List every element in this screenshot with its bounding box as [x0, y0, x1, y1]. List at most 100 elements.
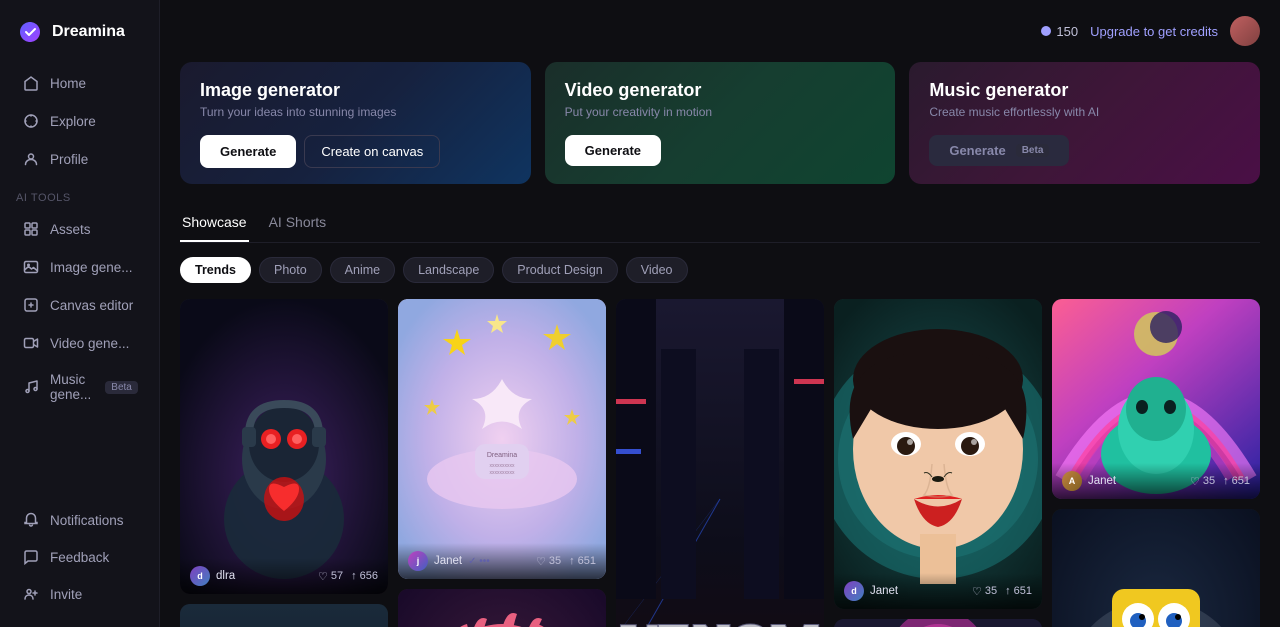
gallery-col-4: d Janet ♡ 35 ↑ 651 [834, 299, 1042, 627]
gallery-col-2: Dreamina xxxxxxxxxx xxxxxxxxxx j Janet ✓… [398, 299, 606, 627]
home-icon [22, 74, 40, 92]
music-generator-card: Music generator Create music effortlessl… [909, 62, 1260, 184]
gallery-item-robot-overlay: d dlra ♡ 57 ↑ 656 [180, 558, 388, 594]
music-beta-badge: Beta [105, 381, 138, 394]
sidebar-item-music-gen[interactable]: Music gene... Beta [6, 363, 153, 411]
image-gen-icon [22, 258, 40, 276]
assets-icon [22, 220, 40, 238]
video-generator-card: Video generator Put your creativity in m… [545, 62, 896, 184]
video-generate-button[interactable]: Generate [565, 135, 661, 166]
bell-icon [22, 511, 40, 529]
profile-icon [22, 150, 40, 168]
filter-anime[interactable]: Anime [330, 257, 395, 283]
partial-artwork-4 [834, 619, 1042, 627]
shares-face: ↑ 651 [1005, 585, 1032, 597]
credits-dot-icon [1041, 26, 1051, 36]
filter-trends[interactable]: Trends [180, 257, 251, 283]
sidebar-item-home[interactable]: Home [6, 65, 153, 101]
music-generate-button[interactable]: Generate Beta [929, 135, 1069, 166]
username-ana: Janet [1088, 475, 1116, 487]
filter-pills: Trends Photo Anime Landscape Product Des… [180, 257, 1260, 283]
sidebar-item-video-gen[interactable]: Video gene... [6, 325, 153, 361]
sidebar-bottom: Notifications Feedback Invite [0, 501, 159, 613]
sponge-artwork [1052, 509, 1260, 627]
credits-value: 150 [1056, 24, 1078, 39]
video-gen-buttons: Generate [565, 135, 876, 166]
face-artwork [834, 299, 1042, 609]
gallery-item-star-overlay: j Janet ✓ ••• ♡ 35 ↑ 651 [398, 543, 606, 579]
ai-tools-section-label: AI tools [0, 178, 159, 210]
user-avatar-jan: j [408, 551, 428, 571]
gallery-col-3: VENOM J jan ♡ 34 [616, 299, 824, 627]
gallery-item-surreal-overlay: A Janet ♡ 35 ↑ 651 [1052, 463, 1260, 499]
likes-star: ♡ 35 [536, 555, 561, 568]
svg-text:xxxxxxxxxx: xxxxxxxxxx [490, 463, 516, 469]
image-gen-title: Image generator [200, 80, 511, 101]
gallery-item-surreal[interactable]: A Janet ♡ 35 ↑ 651 [1052, 299, 1260, 499]
gallery-item-robot[interactable]: d dlra ♡ 57 ↑ 656 [180, 299, 388, 594]
sidebar-item-image-gen-label: Image gene... [50, 260, 133, 275]
feedback-icon [22, 548, 40, 566]
filter-video[interactable]: Video [626, 257, 688, 283]
sidebar-item-profile[interactable]: Profile [6, 141, 153, 177]
sidebar-item-feedback-label: Feedback [50, 550, 109, 565]
anime-girl-artwork [398, 589, 606, 627]
sidebar-item-canvas[interactable]: Canvas editor [6, 287, 153, 323]
username-dlra-2: Janet [870, 585, 898, 597]
venom-artwork: VENOM [616, 299, 824, 627]
gallery-stats-robot: ♡ 57 ↑ 656 [318, 570, 378, 583]
sidebar-item-assets[interactable]: Assets [6, 211, 153, 247]
gallery-item-venom[interactable]: VENOM J jan ♡ 34 [616, 299, 824, 627]
sidebar-item-notifications[interactable]: Notifications [6, 502, 153, 538]
user-avatar-ana: A [1062, 471, 1082, 491]
svg-text:VENOM: VENOM [620, 614, 819, 627]
gallery-item-partial-4[interactable] [834, 619, 1042, 627]
music-gen-title: Music generator [929, 80, 1240, 101]
sidebar-item-explore[interactable]: Explore [6, 103, 153, 139]
avatar[interactable] [1230, 16, 1260, 46]
image-generate-button[interactable]: Generate [200, 135, 296, 168]
gallery-item-city-bottom[interactable] [180, 604, 388, 627]
upgrade-link[interactable]: Upgrade to get credits [1090, 24, 1218, 39]
gallery-user-dlra-1: d dlra [190, 566, 235, 586]
sidebar-item-invite-label: Invite [50, 587, 82, 602]
filter-product-design[interactable]: Product Design [502, 257, 617, 283]
star-artwork: Dreamina xxxxxxxxxx xxxxxxxxxx [398, 299, 606, 579]
video-gen-title: Video generator [565, 80, 876, 101]
username-dlra-1: dlra [216, 570, 235, 582]
gallery-item-anime-girl[interactable] [398, 589, 606, 627]
create-canvas-button[interactable]: Create on canvas [304, 135, 440, 168]
gallery-stats-star: ♡ 35 ↑ 651 [536, 555, 596, 568]
user-avatar-dlra-1: d [190, 566, 210, 586]
tab-ai-shorts[interactable]: AI Shorts [267, 208, 329, 242]
music-generate-label: Generate [949, 143, 1005, 158]
tab-showcase[interactable]: Showcase [180, 208, 249, 242]
sidebar-item-feedback[interactable]: Feedback [6, 539, 153, 575]
filter-landscape[interactable]: Landscape [403, 257, 494, 283]
gallery-item-face[interactable]: d Janet ♡ 35 ↑ 651 [834, 299, 1042, 609]
gallery-col-5: A Janet ♡ 35 ↑ 651 [1052, 299, 1260, 627]
svg-text:xxxxxxxxxx: xxxxxxxxxx [490, 470, 516, 476]
user-avatar-dlra-2: d [844, 581, 864, 601]
image-gen-buttons: Generate Create on canvas [200, 135, 511, 168]
gallery-item-star[interactable]: Dreamina xxxxxxxxxx xxxxxxxxxx j Janet ✓… [398, 299, 606, 579]
jan-verified: ✓ ••• [468, 556, 490, 567]
sidebar-item-canvas-label: Canvas editor [50, 298, 133, 313]
city-artwork-bottom [180, 604, 388, 627]
sidebar-item-invite[interactable]: Invite [6, 576, 153, 612]
username-jan: Janet [434, 555, 462, 567]
sidebar-item-image-gen[interactable]: Image gene... [6, 249, 153, 285]
credits-display: 150 [1041, 24, 1078, 39]
shares-surreal: ↑ 651 [1223, 475, 1250, 487]
dreamina-logo-icon [16, 18, 44, 46]
image-gen-subtitle: Turn your ideas into stunning images [200, 105, 511, 119]
shares-robot: ↑ 656 [351, 570, 378, 582]
music-gen-buttons: Generate Beta [929, 135, 1240, 166]
gallery-stats-surreal: ♡ 35 ↑ 651 [1190, 475, 1250, 488]
gallery-item-sponge[interactable] [1052, 509, 1260, 627]
main-content: 150 Upgrade to get credits Image generat… [160, 0, 1280, 627]
logo[interactable]: Dreamina [0, 14, 159, 64]
sidebar: Dreamina Home Explore Profile AI tools A… [0, 0, 160, 627]
filter-photo[interactable]: Photo [259, 257, 322, 283]
canvas-icon [22, 296, 40, 314]
